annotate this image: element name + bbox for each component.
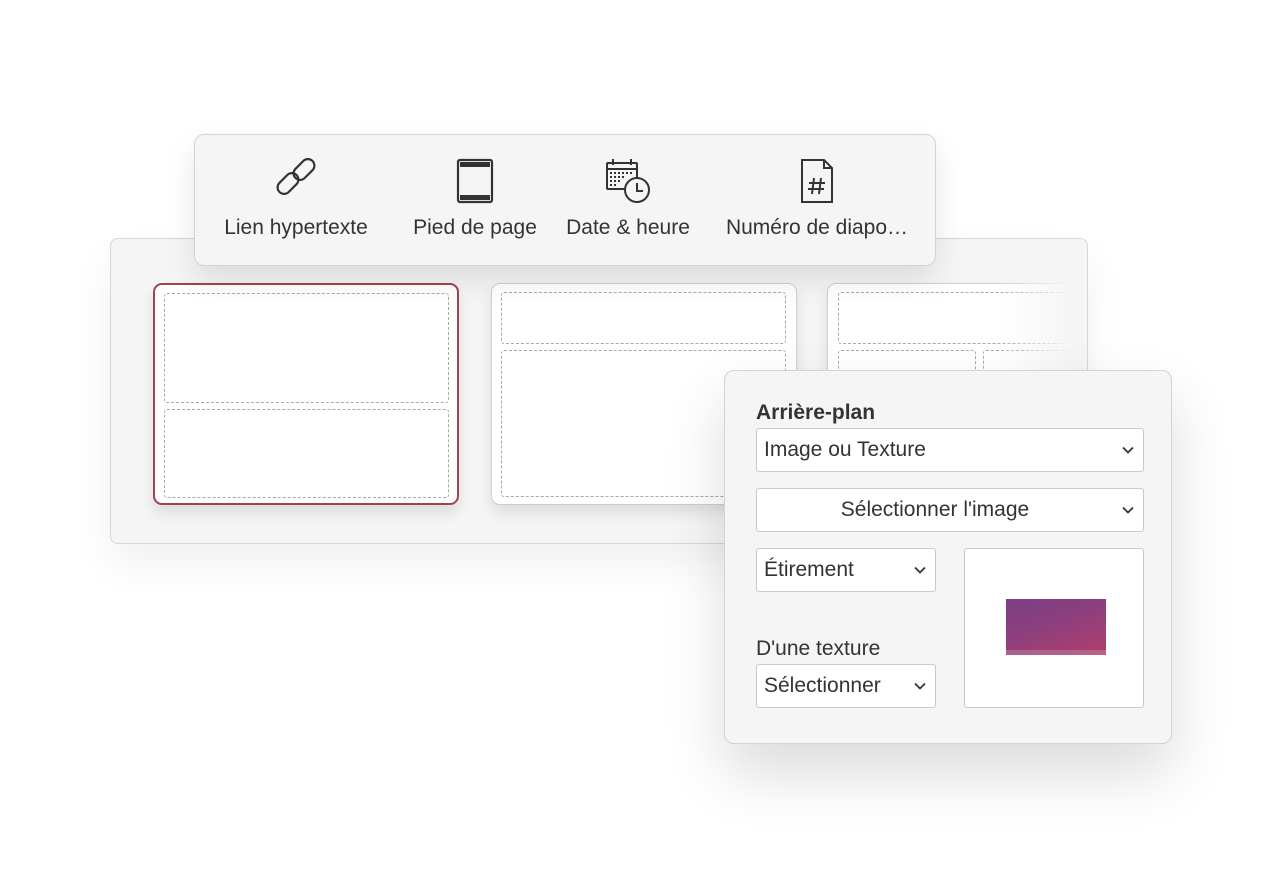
date-time-button[interactable]: Date & heure [555, 135, 701, 265]
slide-number-icon [801, 159, 833, 203]
hyperlink-label: Lien hypertexte [224, 216, 368, 239]
texture-select[interactable]: Sélectionner [756, 664, 936, 708]
footer-label: Pied de page [413, 216, 537, 239]
texture-select-value: Sélectionner [764, 674, 881, 697]
fill-type-value: Image ou Texture [764, 438, 926, 461]
chevron-down-icon [914, 682, 926, 690]
select-image-dropdown[interactable]: Sélectionner l'image [756, 488, 1144, 532]
background-thumbnail [1006, 599, 1106, 655]
background-panel: Arrière-plan Image ou Texture Sélectionn… [724, 370, 1172, 744]
layout-placeholder-subtitle [164, 409, 449, 498]
layout-placeholder-title [838, 292, 1087, 344]
select-image-label: Sélectionner l'image [840, 498, 1030, 521]
stage: Lien hypertexte Pied de page Date & heur… [0, 0, 1280, 880]
footer-button[interactable]: Pied de page [400, 135, 550, 265]
fit-mode-select[interactable]: Étirement [756, 548, 936, 592]
slide-number-label: Numéro de diapo… [725, 216, 909, 239]
chevron-down-icon [914, 566, 926, 574]
background-title: Arrière-plan [756, 401, 876, 424]
insert-toolbar: Lien hypertexte Pied de page Date & heur… [194, 134, 936, 266]
calendar-clock-icon [606, 159, 650, 203]
layout-placeholder-title [501, 292, 786, 344]
link-icon [276, 158, 316, 195]
fit-mode-value: Étirement [764, 558, 854, 581]
chevron-down-icon [1122, 446, 1134, 454]
footer-icon [456, 158, 494, 204]
chevron-down-icon [1122, 506, 1134, 514]
slide-number-button[interactable]: Numéro de diapo… [719, 135, 915, 265]
layout-placeholder-title [164, 293, 449, 403]
background-preview[interactable] [964, 548, 1144, 708]
date-time-label: Date & heure [566, 216, 690, 239]
layout-title-content[interactable] [153, 283, 459, 505]
hyperlink-button[interactable]: Lien hypertexte [215, 135, 377, 265]
fill-type-select[interactable]: Image ou Texture [756, 428, 1144, 472]
texture-label: D'une texture [756, 637, 881, 660]
